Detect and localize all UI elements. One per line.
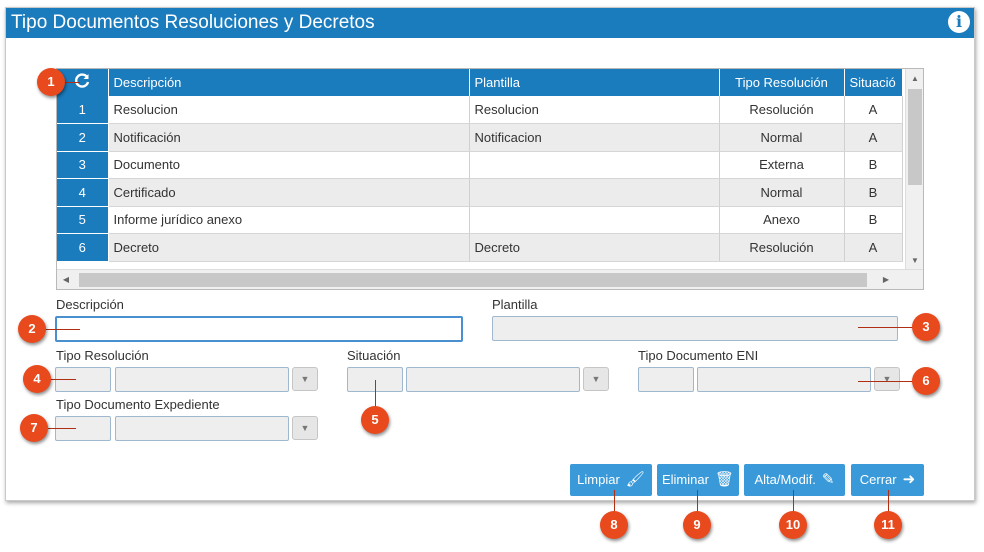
cell-situacion[interactable]: A — [844, 96, 903, 124]
cell-tipo-resolucion[interactable]: Resolución — [719, 233, 845, 262]
tipo-documento-expediente-description-input[interactable] — [115, 416, 289, 441]
column-header-tipo-resolucion[interactable]: Tipo Resolución — [719, 69, 845, 96]
cell-tipo-resolucion[interactable]: Externa — [719, 151, 845, 179]
alta-modif-button[interactable]: Alta/Modif. ✎ — [744, 464, 845, 496]
callout-badge: 8 — [600, 511, 628, 539]
cell-descripcion[interactable]: Decreto — [108, 233, 470, 262]
table-row[interactable]: 5 Informe jurídico anexo Anexo B — [57, 206, 903, 234]
callout-line — [44, 329, 80, 330]
situacion-label: Situación — [347, 348, 401, 363]
cell-plantilla[interactable]: Decreto — [469, 233, 720, 262]
callout-badge: 7 — [20, 414, 48, 442]
tipo-documento-expediente-dropdown-icon[interactable]: ▼ — [292, 416, 318, 440]
edit-icon: ✎ — [821, 471, 835, 488]
cell-plantilla[interactable]: Resolucion — [469, 96, 720, 124]
sign-out-icon: ➜ — [902, 471, 916, 488]
callout-badge: 4 — [23, 365, 51, 393]
tipo-resolucion-dropdown-icon[interactable]: ▼ — [292, 367, 318, 391]
callout-line — [858, 327, 916, 328]
callout-line — [858, 381, 916, 382]
eliminar-button[interactable]: Eliminar 🗑 — [657, 464, 739, 496]
row-number: 6 — [57, 233, 109, 262]
cerrar-label: Cerrar — [859, 472, 897, 487]
cell-situacion[interactable]: B — [844, 151, 903, 179]
plantilla-label: Plantilla — [492, 297, 538, 312]
limpiar-label: Limpiar — [577, 472, 620, 487]
brush-icon: 🖌 — [625, 471, 645, 488]
tipo-documento-eni-code-input[interactable] — [638, 367, 694, 392]
row-number: 5 — [57, 206, 109, 234]
column-header-situacion[interactable]: Situació — [844, 69, 903, 96]
callout-badge: 9 — [683, 511, 711, 539]
situacion-dropdown-icon[interactable]: ▼ — [583, 367, 609, 391]
table-row[interactable]: 2 Notificación Notificacion Normal A — [57, 123, 903, 152]
callout-badge: 3 — [912, 313, 940, 341]
column-header-descripcion[interactable]: Descripción — [108, 69, 470, 96]
cell-descripcion[interactable]: Certificado — [108, 178, 470, 207]
tipo-documento-eni-dropdown-icon[interactable]: ▼ — [874, 367, 900, 391]
documents-grid: Descripción Plantilla Tipo Resolución Si… — [56, 68, 924, 290]
callout-badge: 5 — [361, 406, 389, 434]
callout-line — [48, 379, 76, 380]
table-row[interactable]: 6 Decreto Decreto Resolución A — [57, 233, 903, 262]
cell-descripcion[interactable]: Documento — [108, 151, 470, 179]
row-number: 1 — [57, 96, 109, 124]
callout-badge: 2 — [18, 315, 46, 343]
row-number: 4 — [57, 178, 109, 207]
cell-tipo-resolucion[interactable]: Normal — [719, 178, 845, 207]
cell-plantilla[interactable] — [469, 151, 720, 179]
column-header-plantilla[interactable]: Plantilla — [469, 69, 720, 96]
cell-situacion[interactable]: A — [844, 123, 903, 152]
descripcion-input[interactable] — [55, 316, 463, 342]
plantilla-input[interactable] — [492, 316, 898, 341]
tipo-documento-expediente-label: Tipo Documento Expediente — [56, 397, 220, 412]
eliminar-label: Eliminar — [661, 472, 709, 487]
callout-badge: 10 — [779, 511, 807, 539]
horizontal-scroll-thumb[interactable] — [79, 273, 867, 287]
cell-descripcion[interactable]: Resolucion — [108, 96, 470, 124]
cell-plantilla[interactable] — [469, 178, 720, 207]
vertical-scrollbar[interactable]: ▲ ▼ — [905, 69, 923, 269]
scroll-down-icon[interactable]: ▼ — [906, 253, 923, 269]
cell-situacion[interactable]: B — [844, 206, 903, 234]
cell-tipo-resolucion[interactable]: Resolución — [719, 96, 845, 124]
cell-plantilla[interactable]: Notificacion — [469, 123, 720, 152]
cell-plantilla[interactable] — [469, 206, 720, 234]
tipo-documento-eni-label: Tipo Documento ENI — [638, 348, 759, 363]
situacion-description-input[interactable] — [406, 367, 580, 392]
scroll-right-icon[interactable]: ▶ — [877, 270, 895, 289]
table-row[interactable]: 1 Resolucion Resolucion Resolución A — [57, 96, 903, 124]
cell-descripcion[interactable]: Informe jurídico anexo — [108, 206, 470, 234]
limpiar-button[interactable]: Limpiar 🖌 — [570, 464, 652, 496]
row-number: 3 — [57, 151, 109, 179]
vertical-scroll-thumb[interactable] — [908, 89, 922, 185]
window-title: Tipo Documentos Resoluciones y Decretos — [11, 12, 375, 33]
scroll-up-icon[interactable]: ▲ — [906, 71, 923, 87]
descripcion-label: Descripción — [56, 297, 124, 312]
scroll-left-icon[interactable]: ◀ — [57, 270, 75, 289]
callout-badge: 6 — [912, 367, 940, 395]
cell-tipo-resolucion[interactable]: Anexo — [719, 206, 845, 234]
tipo-resolucion-description-input[interactable] — [115, 367, 289, 392]
trash-icon: 🗑 — [714, 471, 734, 488]
tipo-documento-eni-description-input[interactable] — [697, 367, 871, 392]
cell-descripcion[interactable]: Notificación — [108, 123, 470, 152]
cell-situacion[interactable]: B — [844, 178, 903, 207]
info-icon[interactable]: i — [948, 11, 970, 33]
cell-situacion[interactable]: A — [844, 233, 903, 262]
cell-tipo-resolucion[interactable]: Normal — [719, 123, 845, 152]
table-row[interactable]: 3 Documento Externa B — [57, 151, 903, 179]
callout-badge: 1 — [37, 68, 65, 96]
tipo-resolucion-label: Tipo Resolución — [56, 348, 149, 363]
table-row[interactable]: 4 Certificado Normal B — [57, 178, 903, 207]
callout-badge: 11 — [874, 511, 902, 539]
title-bar: Tipo Documentos Resoluciones y Decretos … — [6, 8, 974, 38]
row-number: 2 — [57, 123, 109, 152]
callout-line — [375, 380, 376, 408]
callout-line — [48, 428, 76, 429]
alta-modif-label: Alta/Modif. — [754, 472, 816, 487]
horizontal-scrollbar[interactable]: ◀ ▶ — [57, 269, 923, 289]
